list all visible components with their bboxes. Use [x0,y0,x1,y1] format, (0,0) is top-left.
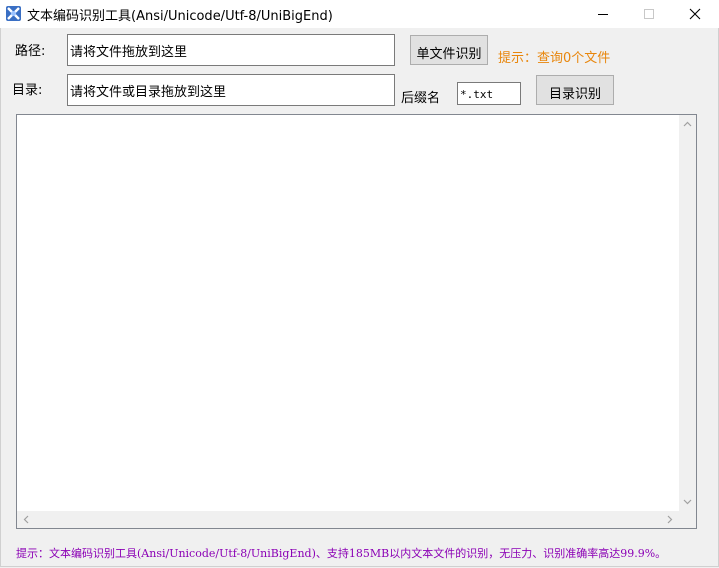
scrollbar-corner [679,511,696,528]
file-count-hint: 提示：查询0个文件 [498,51,611,66]
suffix-input[interactable]: *.txt [457,82,521,105]
title-bar[interactable]: 文本编码识别工具(Ansi/Unicode/Utf-8/UniBigEnd) [0,0,719,28]
directory-scan-button[interactable]: 目录识别 [536,75,614,105]
scroll-right-icon[interactable] [667,515,673,524]
horizontal-scrollbar[interactable] [17,511,679,528]
scroll-down-icon[interactable] [683,499,692,505]
single-file-button[interactable]: 单文件识别 [410,35,488,65]
close-button[interactable] [672,0,718,28]
window-title: 文本编码识别工具(Ansi/Unicode/Utf-8/UniBigEnd) [27,9,333,24]
scroll-up-icon[interactable] [683,121,692,127]
status-hint: 提示：文本编码识别工具(Ansi/Unicode/Utf-8/UniBigEnd… [16,547,667,560]
scroll-left-icon[interactable] [23,515,29,524]
results-list[interactable] [16,114,697,529]
minimize-button[interactable] [580,0,626,28]
maximize-button[interactable] [626,0,672,28]
app-icon [5,5,22,22]
vertical-scrollbar[interactable] [679,115,696,511]
path-input[interactable]: 请将文件拖放到这里 [67,34,395,66]
directory-label: 目录: [12,83,43,98]
suffix-label: 后缀名 [401,91,441,106]
directory-input[interactable]: 请将文件或目录拖放到这里 [67,74,395,106]
path-label: 路径: [15,44,46,59]
